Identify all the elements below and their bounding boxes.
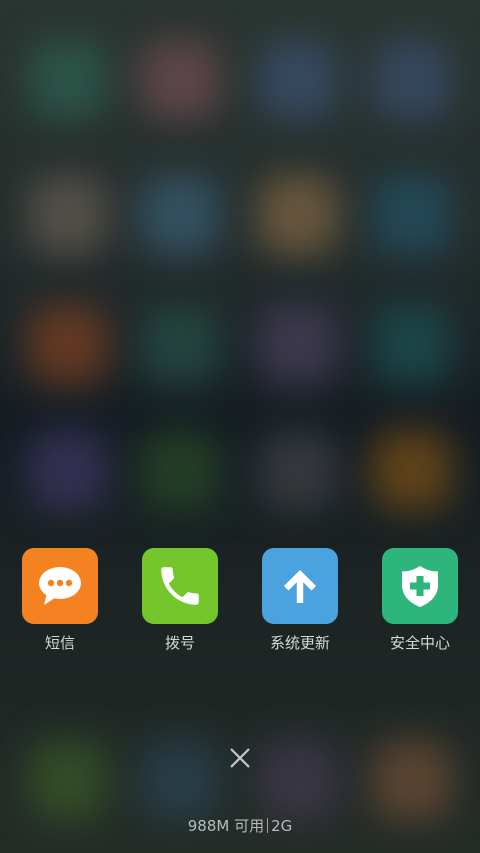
phone-icon <box>161 567 199 605</box>
recent-app-messages[interactable]: 短信 <box>5 548 115 658</box>
app-label: 拨号 <box>164 634 195 652</box>
memory-separator <box>267 818 269 833</box>
recent-apps-screen: 短信 拨号 系统更新 安全中心 988M 可用 2G <box>0 0 480 853</box>
messages-app-tile[interactable] <box>22 548 98 624</box>
memory-status: 988M 可用 2G <box>0 815 480 836</box>
close-icon <box>230 748 250 768</box>
memory-available: 988M 可用 <box>187 817 265 835</box>
system-update-app-tile[interactable] <box>262 548 338 624</box>
app-label: 短信 <box>44 634 75 652</box>
app-label: 安全中心 <box>389 634 450 652</box>
blurred-home-background <box>0 0 480 853</box>
security-center-app-tile[interactable] <box>382 548 458 624</box>
arrow-up-icon <box>284 570 316 603</box>
recent-app-system-update[interactable]: 系统更新 <box>245 548 355 658</box>
recent-app-phone[interactable]: 拨号 <box>125 548 235 658</box>
recent-apps-row: 短信 拨号 系统更新 安全中心 <box>0 548 480 658</box>
recent-app-security-center[interactable]: 安全中心 <box>365 548 475 658</box>
close-all-button[interactable] <box>222 740 258 776</box>
app-label: 系统更新 <box>269 634 330 652</box>
phone-app-tile[interactable] <box>142 548 218 624</box>
shield-plus-icon <box>402 566 438 607</box>
memory-total: 2G <box>271 816 293 835</box>
message-icon <box>39 567 81 605</box>
